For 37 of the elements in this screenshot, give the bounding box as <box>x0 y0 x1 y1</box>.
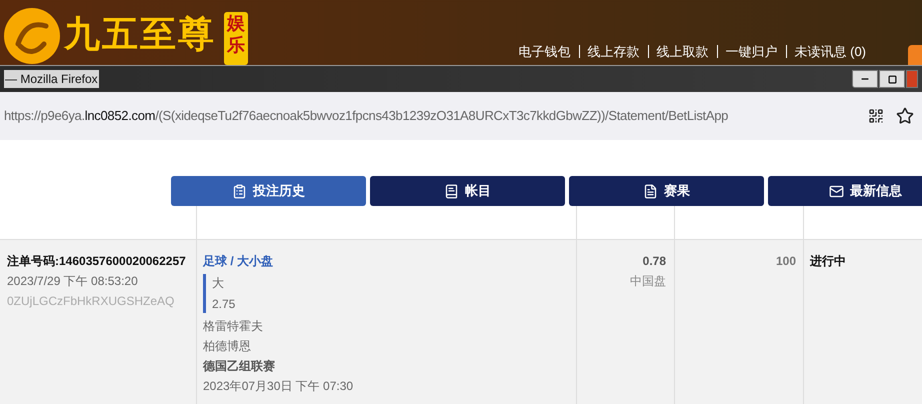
handicap-line: 2.75 <box>212 296 236 313</box>
qr-code-icon[interactable] <box>868 108 884 124</box>
league-name: 德国乙组联赛 <box>203 358 276 375</box>
top-link[interactable]: 线上存款 <box>578 45 640 58</box>
nav-tab[interactable]: 投注历史 <box>171 176 366 206</box>
stake: 100 <box>776 253 796 270</box>
nav-tab[interactable]: 最新信息 <box>768 176 922 206</box>
nav-tab[interactable]: 帐目 <box>370 176 565 206</box>
window-title: — Mozilla Firefox <box>4 70 99 88</box>
logo-badge: 娱乐 <box>224 12 248 65</box>
book-icon <box>444 184 459 198</box>
url-field[interactable]: https://p9e6ya.lnc0852.com/(S(xideqseTu2f76aecnoak5bwvoz1fpcns43b1239zO31A8URCxT3c7kkdGbwZZ))/Statement/BetListApp <box>4 106 862 126</box>
bet-status: 进行中 <box>810 254 846 268</box>
maximize-icon <box>888 74 896 84</box>
nav-tab[interactable]: 赛果 <box>569 176 764 206</box>
ticket-number: 注单号码:1460357600020062257 <box>7 253 187 270</box>
logo-icon <box>2 6 62 64</box>
home-team: 格雷特霍夫 <box>203 318 264 335</box>
match-time: 2023年07月30日 下午 07:30 <box>203 378 354 395</box>
logo-text: 九五至尊 <box>64 16 216 52</box>
document-icon <box>643 184 658 198</box>
away-team: 柏德博恩 <box>203 338 252 355</box>
clipboard-icon <box>232 184 247 198</box>
bet-time: 2023/7/29 下午 08:53:20 <box>7 273 139 290</box>
top-link[interactable]: 电子钱包 <box>518 45 570 58</box>
top-link[interactable]: 线上取款 <box>648 45 708 58</box>
bet-code: 0ZUjLGCzFbHkRXUGSHZeAQ <box>7 293 176 310</box>
odds: 0.78 <box>642 253 666 270</box>
top-link[interactable]: 未读讯息 (0) <box>786 45 866 58</box>
top-link[interactable]: 一键归户 <box>716 45 778 58</box>
selection: 大 <box>212 275 225 292</box>
bookmark-star-icon[interactable] <box>896 107 914 125</box>
mail-icon <box>829 184 844 198</box>
sport-market: 足球 / 大小盘 <box>203 253 274 270</box>
odds-type: 中国盘 <box>630 273 666 290</box>
minimize-button[interactable] <box>852 70 878 88</box>
maximize-button[interactable] <box>879 70 905 88</box>
